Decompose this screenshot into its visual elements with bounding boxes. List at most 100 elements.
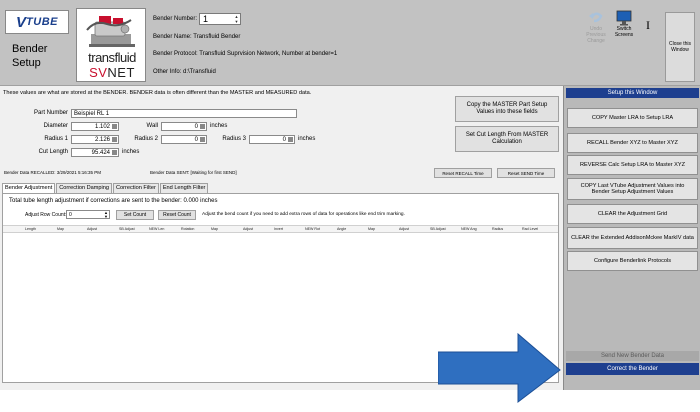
recall-bender-xyz-button[interactable]: RECALL Bender XYZ to Master XYZ bbox=[567, 133, 698, 153]
column-header[interactable]: Map bbox=[368, 227, 375, 231]
svnet-wordmark: SVNET bbox=[77, 65, 147, 80]
radius2-input[interactable]: 0 bbox=[161, 135, 207, 144]
bender-protocol: Bender Protocol: Transfluid Suprvision N… bbox=[153, 51, 338, 57]
total-adjustment: Total tube length adjustment if correcti… bbox=[9, 198, 217, 204]
reset-recall-button[interactable]: Reset RECALL Time bbox=[434, 168, 492, 178]
stored-values-note: These values are what are stored at the … bbox=[3, 90, 312, 96]
set-count-button[interactable]: Set Count bbox=[116, 210, 154, 220]
bender-setup-window: V TUBE Bender Setup transfluid SVNET Bend… bbox=[0, 0, 700, 390]
adjust-row-count-value: 0 bbox=[69, 212, 72, 218]
column-header[interactable]: Invert bbox=[274, 227, 283, 231]
cut-length-unit: inches bbox=[122, 149, 140, 155]
adjust-row-count-label: Adjust Row Count: bbox=[25, 212, 67, 218]
radius1-label: Radius 1 bbox=[44, 136, 68, 142]
radius2-value: 0 bbox=[194, 137, 198, 143]
column-header[interactable]: Map bbox=[57, 227, 64, 231]
spin-arrows-icon[interactable]: ▲ ▼ bbox=[104, 211, 108, 219]
radius3-value: 0 bbox=[282, 137, 286, 143]
undo-icon bbox=[589, 12, 603, 23]
cut-length-input[interactable]: 95.424 bbox=[71, 148, 119, 157]
monitor-icon bbox=[616, 10, 632, 26]
reset-send-button[interactable]: Reset SEND Time bbox=[497, 168, 555, 178]
column-header[interactable]: NEW Ang bbox=[461, 227, 477, 231]
undo-button[interactable]: Undo Previous Change bbox=[581, 10, 611, 62]
logo-tube: TUBE bbox=[26, 16, 58, 28]
bender-machine-icon bbox=[86, 16, 135, 47]
column-header[interactable]: Rad Level bbox=[522, 227, 538, 231]
wall-label: Wall bbox=[146, 123, 158, 129]
diameter-input[interactable]: 1.102 bbox=[71, 122, 119, 131]
column-header[interactable]: SB Adjust bbox=[430, 227, 446, 231]
column-header[interactable]: SB Adjust bbox=[119, 227, 135, 231]
radius3-input[interactable]: 0 bbox=[249, 135, 295, 144]
copy-last-adjustment-button[interactable]: COPY Last VTube Adjustment Values into B… bbox=[567, 178, 698, 200]
page-title: Bender Setup bbox=[12, 43, 48, 69]
cut-length-value: 95.424 bbox=[91, 150, 110, 156]
bender-name: Bender Name: Transfluid Bender bbox=[153, 34, 241, 40]
tab-end-length-filter[interactable]: End Length Filter bbox=[159, 183, 209, 193]
pointer-arrow-icon bbox=[438, 332, 561, 404]
data-recalled-status: Bender Data RECALLED: 3/29/2021 5:16:35 … bbox=[4, 170, 102, 175]
diameter-value: 1.102 bbox=[94, 124, 110, 130]
vtube-logo: V TUBE bbox=[5, 10, 69, 34]
wall-value: 0 bbox=[194, 124, 198, 130]
adjust-row-count-stepper[interactable]: 0 ▲ ▼ bbox=[66, 210, 110, 219]
calculator-icon[interactable] bbox=[288, 137, 293, 142]
bender-number-label: Bender Number: bbox=[153, 16, 198, 22]
right-action-panel: Setup this Window COPY Master LRA to Set… bbox=[563, 86, 700, 390]
correct-the-bender-button[interactable]: Correct the Bender bbox=[566, 363, 699, 375]
clear-adjustment-grid-button[interactable]: CLEAR the Adjustment Grid bbox=[567, 204, 698, 224]
radius3-label: Radius 3 bbox=[222, 136, 246, 142]
copy-master-button[interactable]: Copy the MASTER Part Setup Values into t… bbox=[455, 96, 559, 122]
radius2-label: Radius 2 bbox=[134, 136, 158, 142]
bender-number-value: 1 bbox=[203, 14, 209, 24]
reverse-calc-button[interactable]: REVERSE Calc Setup LRA to Master XYZ bbox=[567, 155, 698, 175]
column-header[interactable]: NEW Len bbox=[149, 227, 164, 231]
send-new-bender-data-button[interactable]: Send New Bender Data bbox=[566, 351, 699, 361]
tab-correction-filter[interactable]: Correction Filter bbox=[113, 183, 159, 193]
data-sent-status: Bender Data SENT: [Waiting for first SEN… bbox=[150, 170, 237, 175]
svnet-sv: SV bbox=[89, 65, 108, 80]
column-header[interactable]: Rotation bbox=[181, 227, 194, 231]
calculator-icon[interactable] bbox=[112, 150, 117, 155]
spin-arrows-icon[interactable]: ▲ ▼ bbox=[233, 14, 240, 24]
cut-length-label: Cut Length bbox=[38, 149, 68, 155]
transfluid-wordmark: transfluid bbox=[88, 50, 136, 65]
radius1-input[interactable]: 2.126 bbox=[71, 135, 119, 144]
column-header[interactable]: Adjust bbox=[87, 227, 97, 231]
logo-v: V bbox=[16, 13, 27, 31]
total-adjustment-unit: inches bbox=[200, 198, 218, 204]
calculator-icon[interactable] bbox=[200, 124, 205, 129]
column-header[interactable]: Radius bbox=[492, 227, 503, 231]
calculator-icon[interactable] bbox=[112, 124, 117, 129]
setup-window-header[interactable]: Setup this Window bbox=[566, 88, 699, 98]
column-header[interactable]: Adjust bbox=[243, 227, 253, 231]
set-cut-length-button[interactable]: Set Cut Length From MASTER Calculation bbox=[455, 126, 559, 152]
column-header[interactable]: NEW Rot bbox=[305, 227, 320, 231]
tab-correction-damping[interactable]: Correction Damping bbox=[56, 183, 113, 193]
column-header[interactable]: Length bbox=[25, 227, 36, 231]
switch-screens-label: Switch Screens bbox=[614, 26, 634, 38]
column-header[interactable]: Adjust bbox=[399, 227, 409, 231]
total-adjustment-label: Total tube length adjustment if correcti… bbox=[9, 198, 182, 204]
diameter-label: Diameter bbox=[43, 123, 68, 129]
column-header[interactable]: Map bbox=[211, 227, 218, 231]
calculator-icon[interactable] bbox=[112, 137, 117, 142]
part-number-input[interactable]: Beispiel RL 1 bbox=[71, 109, 297, 118]
clear-extended-data-button[interactable]: CLEAR the Extended AddisonMckee MarkIV d… bbox=[567, 227, 698, 249]
calculator-icon[interactable] bbox=[200, 137, 205, 142]
wall-input[interactable]: 0 bbox=[161, 122, 207, 131]
column-header[interactable]: Angle bbox=[337, 227, 346, 231]
total-adjustment-value: 0.000 bbox=[183, 198, 199, 204]
tab-bar: Bender Adjustment Correction Damping Cor… bbox=[2, 183, 209, 194]
bender-number-stepper[interactable]: 1 ▲ ▼ bbox=[199, 13, 241, 25]
configure-benderlink-button[interactable]: Configure Benderlink Protocols bbox=[567, 251, 698, 271]
close-window-button[interactable]: Close this Window bbox=[665, 12, 695, 82]
reset-count-button[interactable]: Reset Count bbox=[158, 210, 196, 220]
transfluid-logo: transfluid SVNET bbox=[76, 8, 146, 82]
radius3-unit: inches bbox=[298, 136, 316, 142]
switch-screens-button[interactable]: Switch Screens bbox=[609, 10, 639, 62]
other-info: Other Info: d:\Transfluid bbox=[153, 69, 216, 75]
copy-master-lra-button[interactable]: COPY Master LRA to Setup LRA bbox=[567, 108, 698, 128]
radius1-value: 2.126 bbox=[94, 137, 110, 143]
